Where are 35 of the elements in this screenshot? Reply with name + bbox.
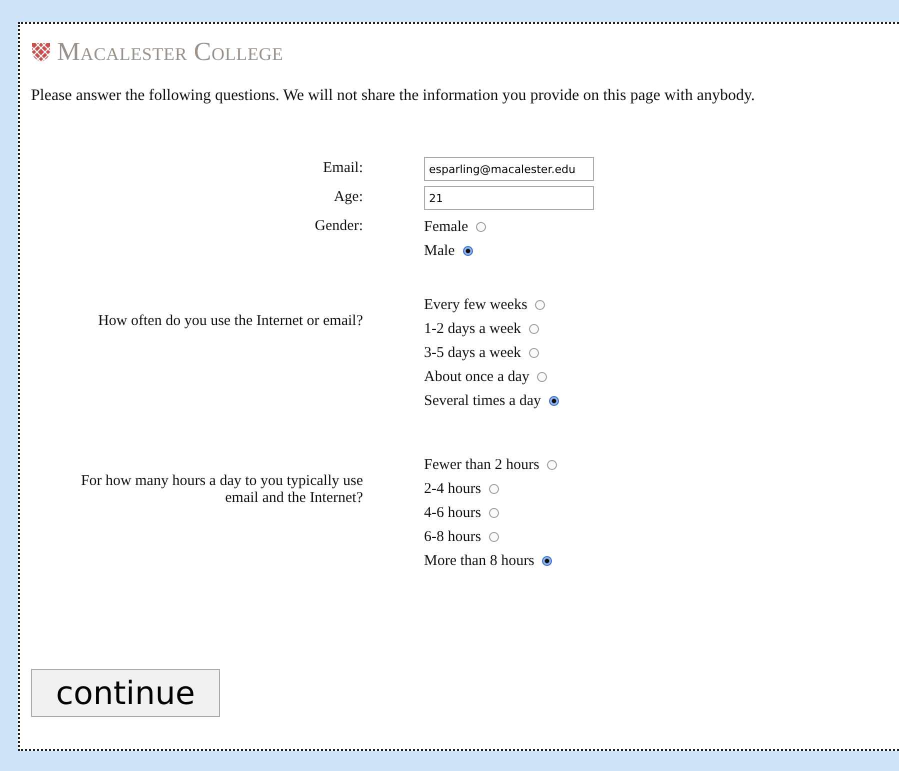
radio-button[interactable] — [547, 460, 558, 470]
option-label: 1-2 days a week — [424, 320, 522, 338]
shield-logo-icon — [31, 41, 51, 63]
question-label: How often do you use the Internet or email? — [98, 312, 363, 331]
radio-button[interactable] — [529, 348, 540, 358]
text-field[interactable]: 21 — [424, 186, 594, 210]
continue-button[interactable]: continue — [31, 669, 220, 717]
option-label: 3-5 days a week — [424, 344, 522, 362]
option-label: More than 8 hours — [424, 552, 534, 570]
option-label: Several times a day — [424, 392, 542, 410]
radio-button[interactable] — [489, 508, 500, 518]
question-label: For how many hours a day to you typically use email and the Internet? — [80, 472, 363, 508]
radio-button[interactable] — [476, 222, 486, 232]
option-label: 2-4 hours — [424, 480, 482, 498]
option-label: Every few weeks — [424, 296, 528, 314]
college-name: Macalester College — [57, 37, 284, 67]
radio-button[interactable] — [542, 556, 552, 566]
field-label: Age: — [334, 188, 363, 207]
field-label: Gender: — [314, 217, 363, 236]
radio-button[interactable] — [537, 372, 548, 382]
radio-button[interactable] — [462, 246, 473, 256]
field-label: Email: — [323, 159, 363, 178]
option-label: 4-6 hours — [424, 504, 482, 522]
radio-button[interactable] — [549, 396, 560, 406]
radio-button[interactable] — [529, 324, 540, 334]
option-label: Fewer than 2 hours — [424, 456, 540, 474]
option-label: 6-8 hours — [424, 528, 482, 546]
radio-button[interactable] — [535, 300, 546, 310]
intro-text: Please answer the following questions. We will not share the information you provide on this page with anybody. — [31, 86, 756, 105]
option-label: About once a day — [424, 368, 530, 386]
radio-button[interactable] — [489, 484, 500, 494]
text-field[interactable]: esparling@macalester.edu — [424, 157, 594, 181]
option-label: Male — [424, 242, 455, 260]
option-label: Female — [424, 218, 468, 236]
radio-button[interactable] — [489, 532, 500, 542]
